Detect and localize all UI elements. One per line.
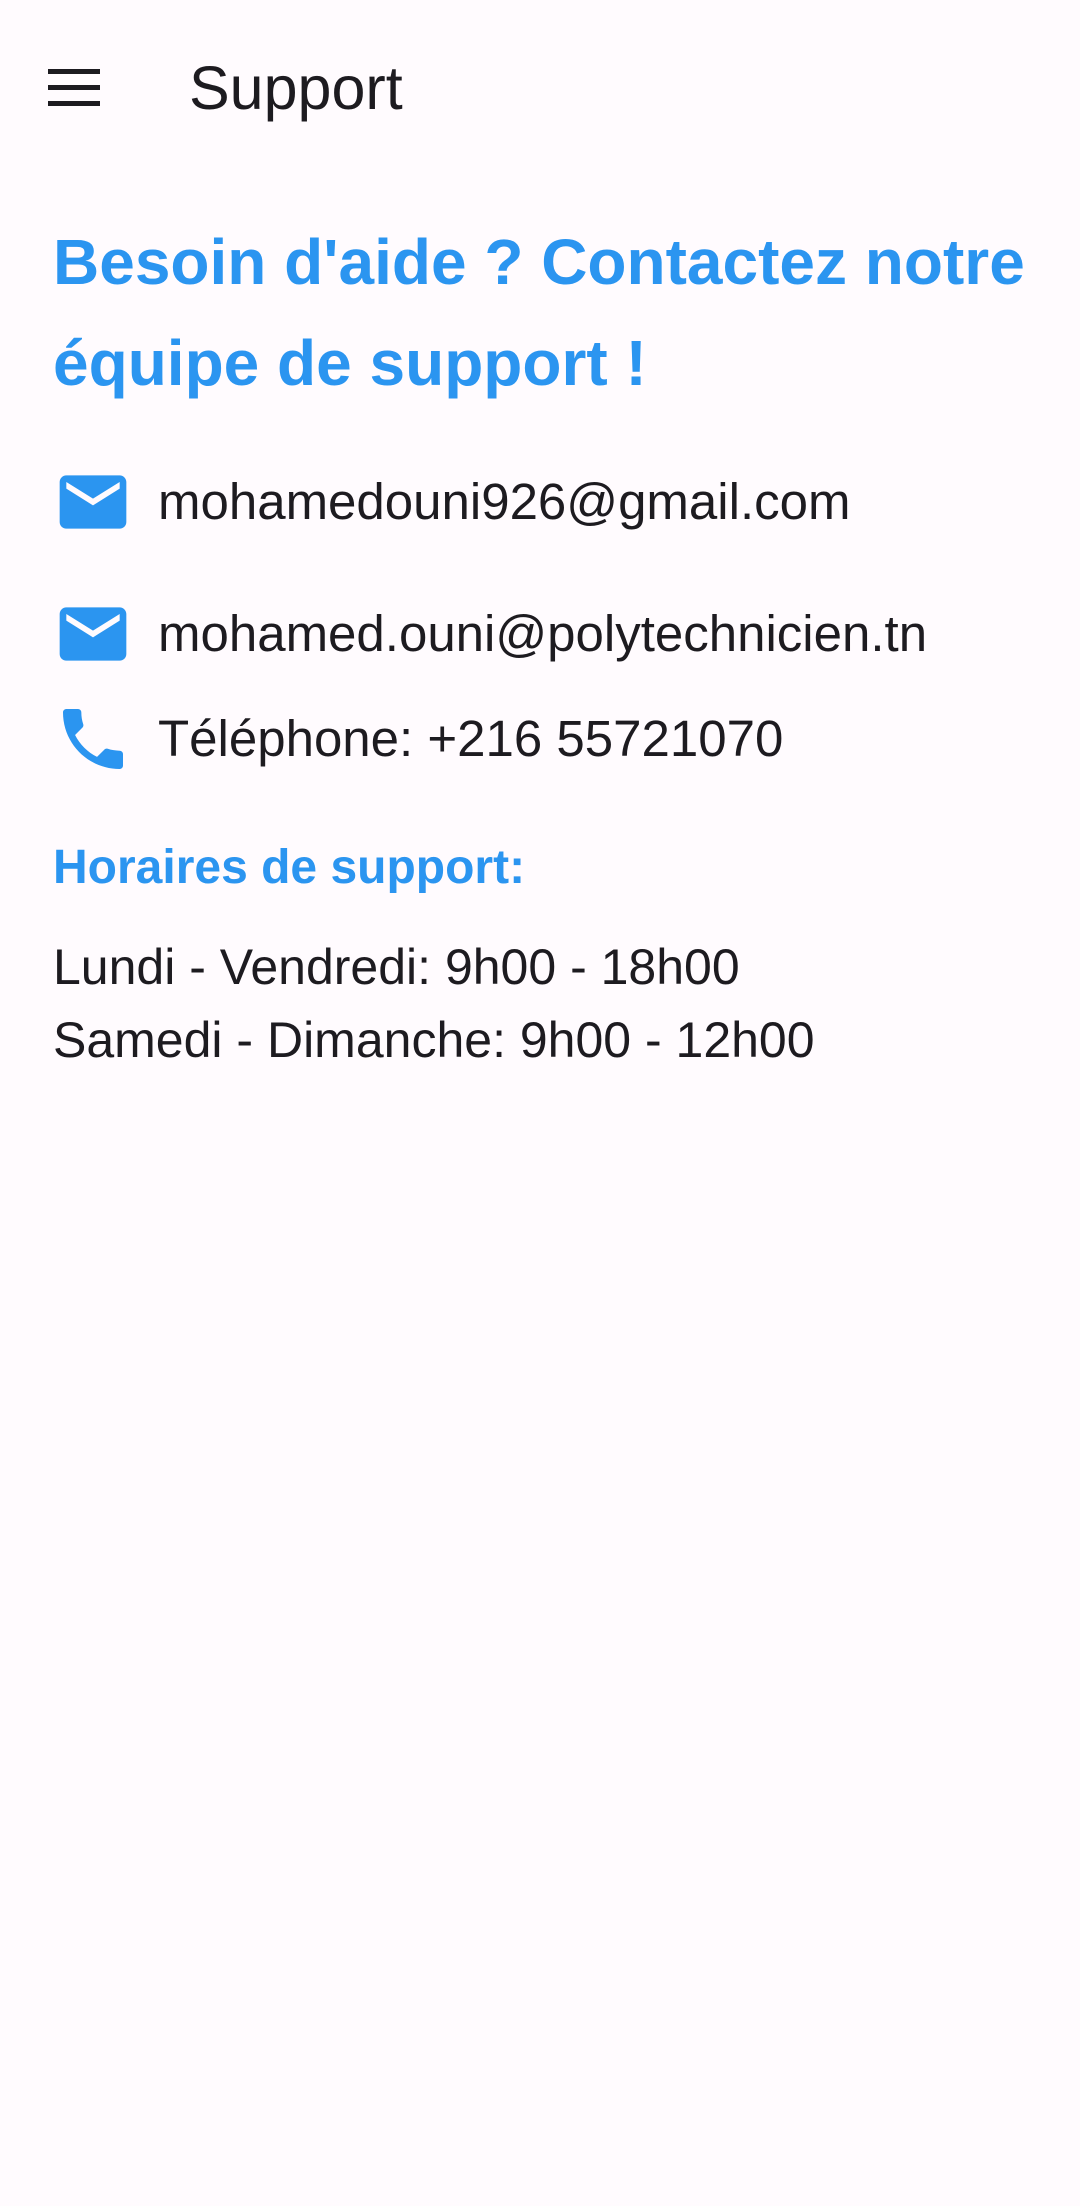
contact-row-phone[interactable]: Téléphone: +216 55721070 — [53, 699, 1043, 779]
email-icon — [59, 475, 127, 529]
menu-button[interactable] — [32, 46, 116, 130]
contact-row-email-gmail[interactable]: mohamedouni926@gmail.com — [53, 462, 1043, 542]
phone-link[interactable]: Téléphone: +216 55721070 — [158, 709, 783, 769]
app-bar: Support — [0, 0, 1080, 170]
support-hours-weekend: Samedi - Dimanche: 9h00 - 12h00 — [53, 1012, 815, 1068]
page-title: Support — [189, 54, 403, 122]
support-hours-title: Horaires de support: — [53, 841, 526, 894]
email-polytechnicien-link[interactable]: mohamed.ouni@polytechnicien.tn — [158, 604, 927, 664]
menu-icon — [48, 69, 100, 106]
email-icon — [59, 607, 127, 661]
phone-icon — [63, 709, 123, 769]
contact-row-email-polytechnicien[interactable]: mohamed.ouni@polytechnicien.tn — [53, 594, 1043, 674]
support-headline: Besoin d'aide ? Contactez notre équipe d… — [53, 226, 1025, 399]
support-hours-weekdays: Lundi - Vendredi: 9h00 - 18h00 — [53, 939, 740, 995]
email-gmail-link[interactable]: mohamedouni926@gmail.com — [158, 472, 850, 532]
